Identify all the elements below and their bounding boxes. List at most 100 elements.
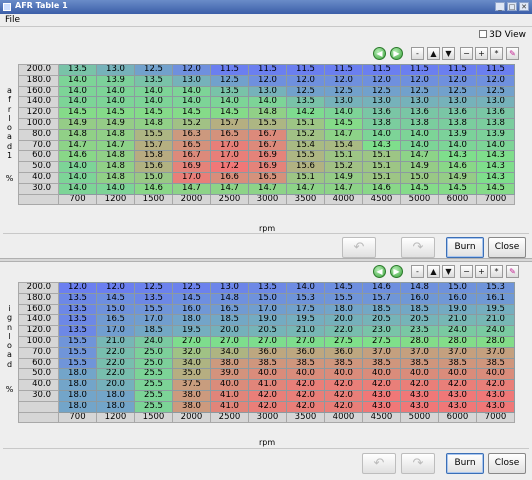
table-cell[interactable]: 12.5 — [172, 282, 211, 294]
table-cell[interactable]: 14.0 — [96, 85, 135, 98]
table-cell[interactable]: 13.6 — [476, 107, 515, 119]
row-header[interactable]: 180.0 — [18, 74, 59, 87]
table-cell[interactable]: 15.5 — [58, 335, 97, 348]
table-cell[interactable]: 15.2 — [286, 128, 325, 141]
table-cell[interactable]: 23.0 — [362, 325, 401, 337]
table-cell[interactable]: 39.0 — [210, 368, 249, 381]
table-cell[interactable]: 13.5 — [58, 325, 97, 337]
table-cell[interactable]: 16.5 — [248, 171, 287, 184]
table-cell[interactable]: 14.7 — [248, 182, 287, 195]
table-cell[interactable]: 36.0 — [248, 346, 287, 359]
table-cell[interactable]: 14.9 — [58, 117, 97, 130]
decrement-button[interactable]: - — [411, 47, 424, 60]
table-cell[interactable]: 19.5 — [286, 314, 325, 327]
table-cell[interactable]: 12.5 — [286, 85, 325, 98]
table-cell[interactable]: 40.0 — [476, 368, 515, 381]
table-cell[interactable]: 14.6 — [438, 161, 477, 173]
table-cell[interactable]: 15.0 — [438, 282, 477, 294]
table-cell[interactable]: 12.0 — [400, 74, 439, 87]
column-header[interactable]: 1200 — [96, 193, 135, 206]
table-cell[interactable]: 24.0 — [134, 335, 173, 348]
row-header[interactable]: 50.0 — [18, 368, 59, 381]
table-cell[interactable]: 15.6 — [286, 161, 325, 173]
table-cell[interactable]: 28.0 — [400, 335, 439, 348]
table-cell[interactable]: 14.0 — [286, 282, 325, 294]
column-header[interactable]: 3500 — [286, 411, 325, 424]
table-cell[interactable]: 43.0 — [438, 389, 477, 402]
table-cell[interactable]: 15.0 — [400, 171, 439, 184]
table-cell[interactable]: 13.9 — [96, 74, 135, 87]
table-cell[interactable]: 11.5 — [400, 64, 439, 76]
table-cell[interactable]: 11.5 — [438, 64, 477, 76]
column-header[interactable]: 6000 — [438, 193, 477, 206]
row-header[interactable]: 100.0 — [18, 335, 59, 348]
table-cell[interactable]: 16.1 — [476, 292, 515, 305]
table-cell[interactable]: 14.8 — [134, 117, 173, 130]
table-cell[interactable]: 15.4 — [324, 139, 363, 152]
table-cell[interactable]: 12.0 — [248, 74, 287, 87]
table-cell[interactable]: 15.7 — [134, 139, 173, 152]
table-cell[interactable]: 13.5 — [58, 314, 97, 327]
table-cell[interactable]: 18.0 — [172, 314, 211, 327]
table-cell[interactable]: 38.5 — [362, 357, 401, 370]
table-cell[interactable]: 14.3 — [476, 171, 515, 184]
table-cell[interactable]: 40.0 — [400, 368, 439, 381]
menu-file[interactable]: File — [5, 15, 20, 25]
row-header[interactable]: 30.0 — [18, 182, 59, 195]
table-cell[interactable]: 20.0 — [96, 379, 135, 391]
close-button-2[interactable]: Close — [488, 453, 526, 474]
table-cell[interactable]: 18.0 — [58, 368, 97, 381]
table-cell[interactable]: 14.0 — [362, 128, 401, 141]
table-cell[interactable]: 14.5 — [210, 107, 249, 119]
table-cell[interactable]: 15.3 — [476, 282, 515, 294]
table-cell[interactable]: 42.0 — [286, 379, 325, 391]
redo-button-2[interactable]: ↷ — [401, 453, 435, 474]
row-header[interactable]: 180.0 — [18, 292, 59, 305]
table-cell[interactable]: 13.5 — [134, 292, 173, 305]
table-cell[interactable]: 14.6 — [134, 182, 173, 195]
pencil-icon-2[interactable]: ✎ — [506, 265, 519, 278]
table-cell[interactable]: 14.0 — [438, 139, 477, 152]
table-cell[interactable]: 43.0 — [400, 400, 439, 413]
table-cell[interactable]: 14.0 — [324, 107, 363, 119]
column-header[interactable]: 1200 — [96, 411, 135, 424]
table-cell[interactable]: 14.8 — [96, 150, 135, 163]
table-cell[interactable]: 15.1 — [362, 150, 401, 163]
table-cell[interactable]: 37.0 — [362, 346, 401, 359]
table-cell[interactable]: 43.0 — [476, 389, 515, 402]
table-cell[interactable]: 15.5 — [134, 128, 173, 141]
table-cell[interactable]: 14.0 — [58, 85, 97, 98]
table-cell[interactable]: 38.0 — [210, 357, 249, 370]
column-header[interactable]: 4000 — [324, 193, 363, 206]
multiply-button[interactable]: * — [490, 47, 503, 60]
table-cell[interactable]: 20.5 — [362, 314, 401, 327]
table-cell[interactable]: 12.5 — [134, 64, 173, 76]
table-cell[interactable]: 16.9 — [248, 161, 287, 173]
table-cell[interactable]: 43.0 — [438, 400, 477, 413]
table-cell[interactable]: 14.0 — [58, 161, 97, 173]
table-cell[interactable]: 40.0 — [286, 368, 325, 381]
table-cell[interactable]: 14.6 — [362, 282, 401, 294]
table-cell[interactable]: 37.0 — [400, 346, 439, 359]
table-cell[interactable]: 42.0 — [248, 400, 287, 413]
column-header[interactable]: 4500 — [362, 193, 401, 206]
view-3d-toggle[interactable]: 3D View — [479, 30, 526, 40]
table-cell[interactable]: 14.7 — [96, 139, 135, 152]
table-cell[interactable]: 16.5 — [172, 139, 211, 152]
table-cell[interactable]: 17.0 — [210, 139, 249, 152]
table-cell[interactable]: 13.5 — [210, 85, 249, 98]
table-cell[interactable]: 14.8 — [96, 171, 135, 184]
table-cell[interactable]: 14.0 — [400, 128, 439, 141]
table-cell[interactable]: 42.0 — [476, 379, 515, 391]
pencil-icon[interactable]: ✎ — [506, 47, 519, 60]
table-cell[interactable]: 12.0 — [362, 74, 401, 87]
row-header[interactable]: 70.0 — [18, 346, 59, 359]
table-cell[interactable]: 17.0 — [96, 325, 135, 337]
column-header[interactable]: 6000 — [438, 411, 477, 424]
table-cell[interactable]: 12.0 — [96, 282, 135, 294]
table-cell[interactable]: 25.5 — [134, 400, 173, 413]
table-cell[interactable]: 13.5 — [58, 292, 97, 305]
table-cell[interactable]: 16.9 — [172, 161, 211, 173]
table-cell[interactable]: 15.5 — [58, 346, 97, 359]
table-cell[interactable]: 27.0 — [248, 335, 287, 348]
